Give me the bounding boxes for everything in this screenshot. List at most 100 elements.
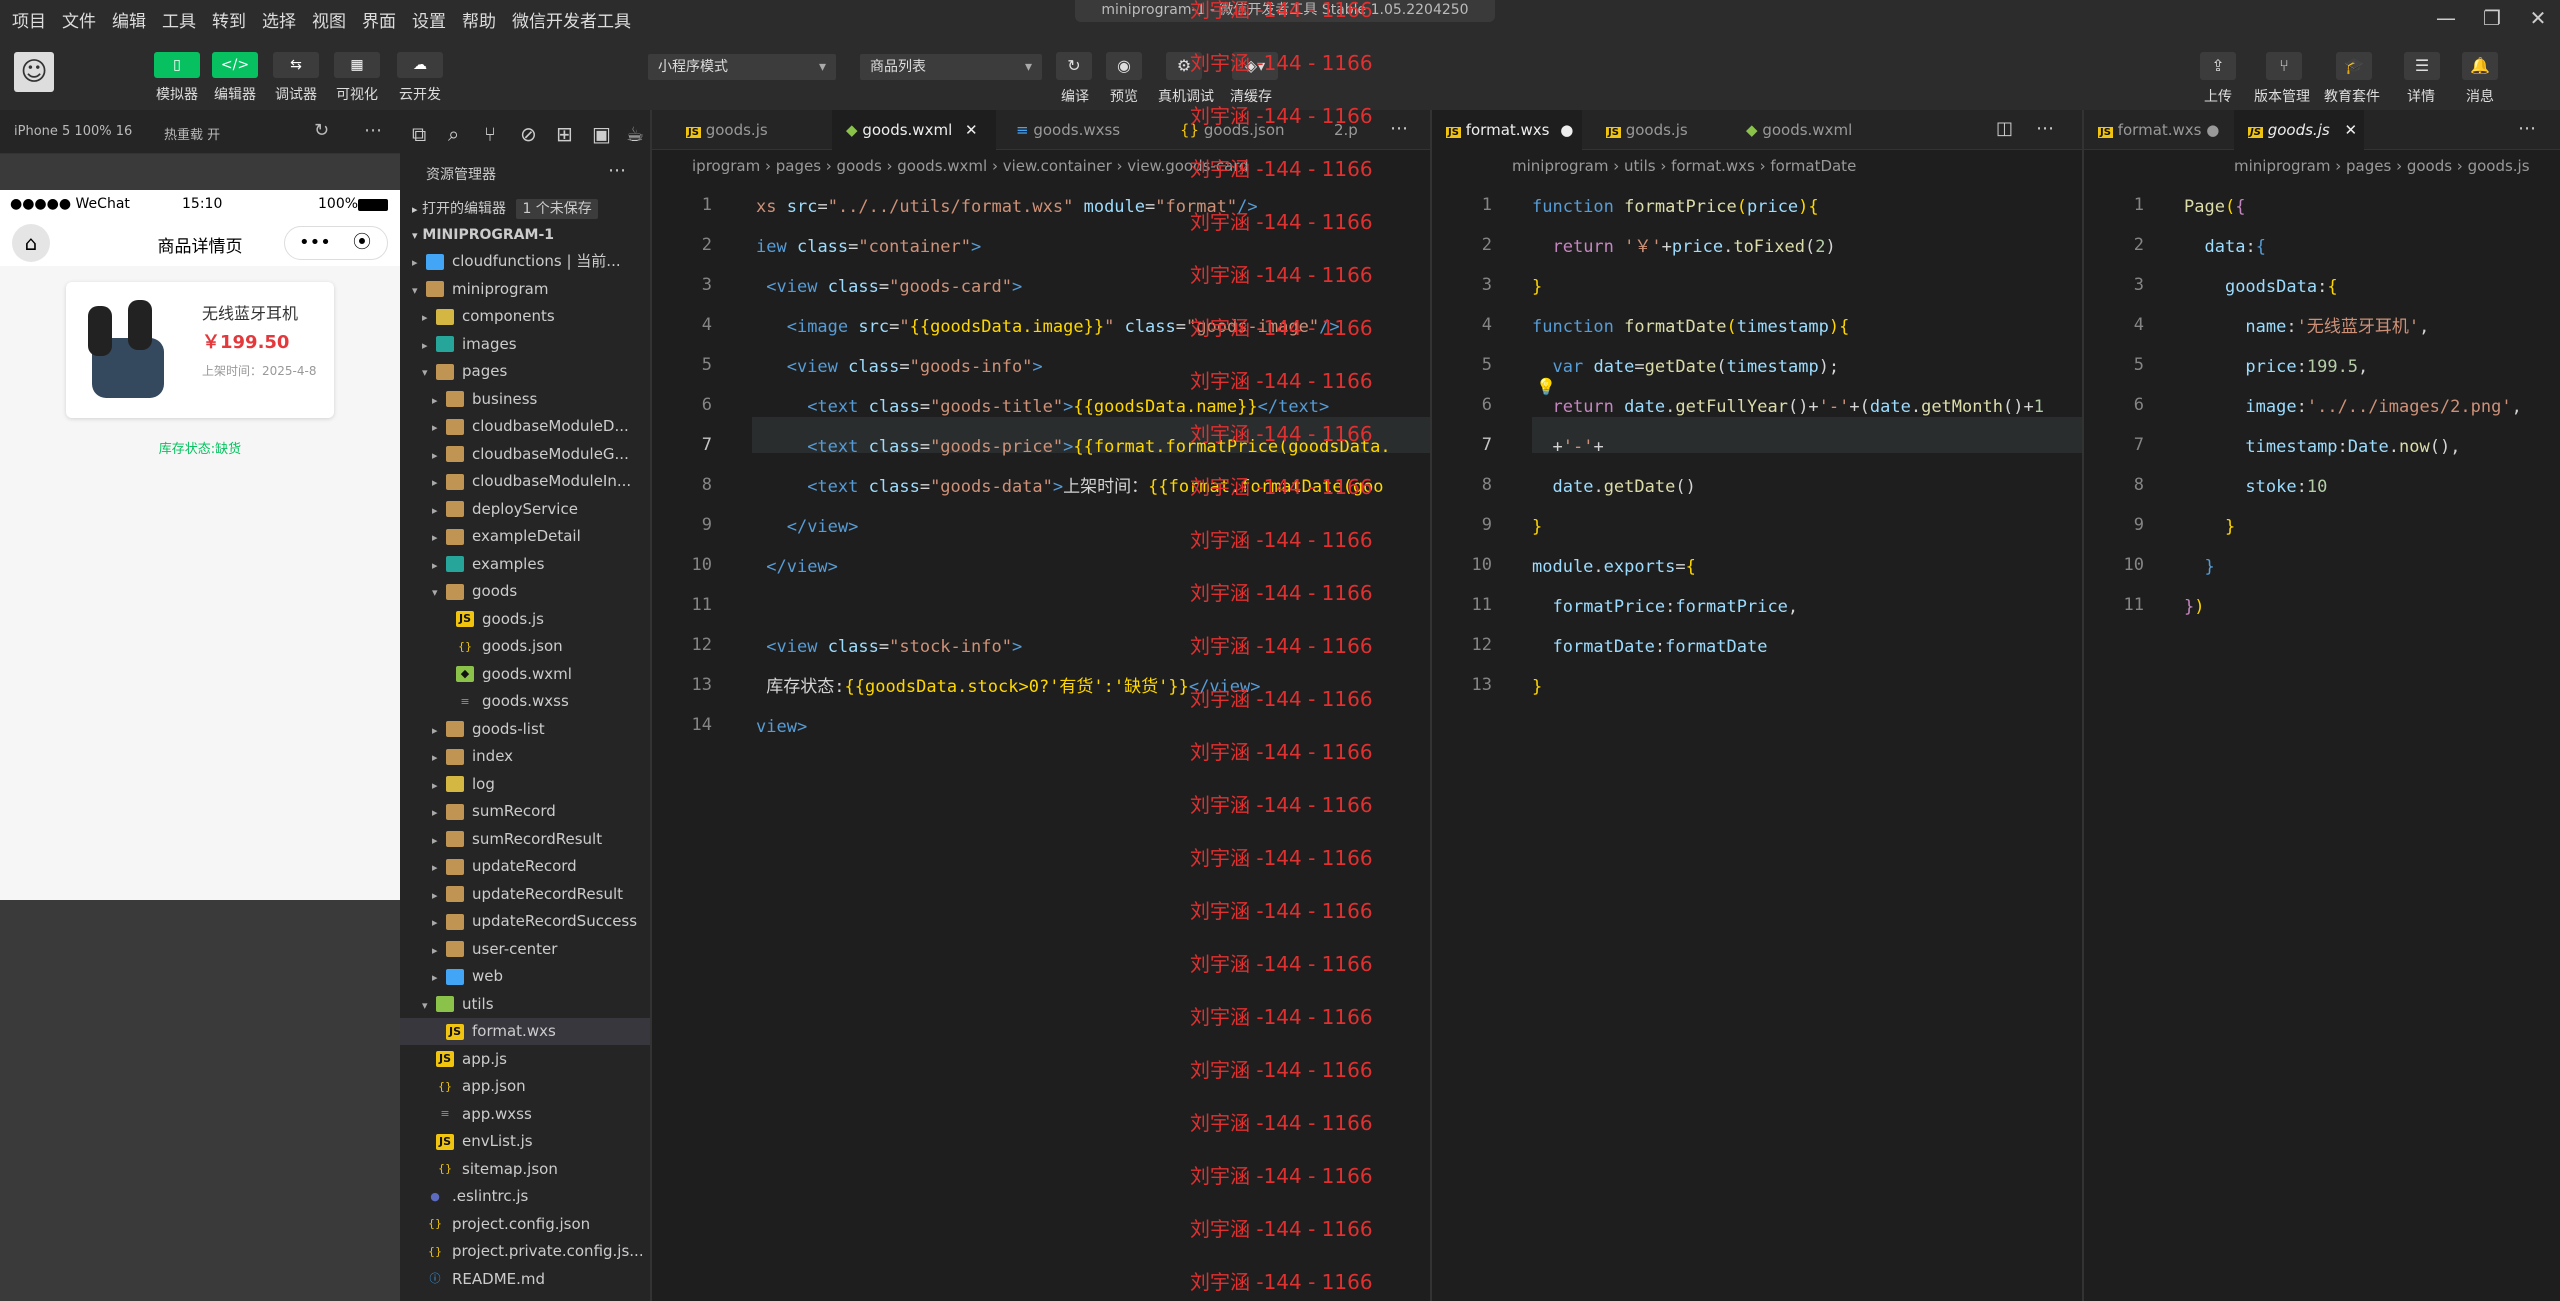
simulator-button[interactable]: ▯ 模拟器 (154, 52, 200, 104)
tree-item[interactable]: ▸ updateRecordSuccess (400, 908, 650, 935)
cloud-button[interactable]: ☁ 云开发 (397, 52, 443, 104)
tab-format-wxs[interactable]: JS format.wxs ● (2084, 110, 2219, 150)
tree-item[interactable]: JS app.js (400, 1046, 650, 1073)
editor-button[interactable]: </> 编辑器 (212, 52, 258, 104)
open-editors-section[interactable]: ▸ 打开的编辑器 1 个未保存 (400, 196, 650, 222)
edu-icon[interactable]: 🎓 (2336, 52, 2372, 80)
tree-item[interactable]: JS format.wxs (400, 1018, 650, 1045)
menu-item-help[interactable]: 帮助 (462, 7, 496, 32)
menu-item-select[interactable]: 选择 (262, 7, 296, 32)
tab-format-wxs[interactable]: JS format.wxs ● (1432, 110, 1582, 150)
tree-item[interactable]: ▸ cloudbaseModuleIn... (400, 468, 650, 495)
tree-item[interactable]: ▸ deployService (400, 496, 650, 523)
tree-item[interactable]: {} sitemap.json (400, 1156, 650, 1183)
more-icon[interactable]: ⋯ (1390, 118, 1408, 139)
tree-item[interactable]: ▾ goods (400, 578, 650, 605)
tree-item[interactable]: ▸ updateRecordResult (400, 881, 650, 908)
tree-item[interactable]: ▸ log (400, 771, 650, 798)
editor2-code[interactable]: 1 2 3 4 5 6 7 8 9 10 11 12 13 function formatPrice(p… (1432, 181, 2082, 1301)
exit-icon[interactable]: ⦿ (353, 227, 371, 259)
menu-item-file[interactable]: 文件 (62, 7, 96, 32)
files-icon[interactable]: ⧉ (412, 122, 426, 146)
tree-item[interactable]: JS envList.js (400, 1128, 650, 1155)
tree-item[interactable]: ● .eslintrc.js (400, 1183, 650, 1210)
tab-goods-js[interactable]: JS goods.js (1592, 110, 1722, 150)
menu-item-interface[interactable]: 界面 (362, 7, 396, 32)
coffee-icon[interactable]: ☕ (626, 122, 644, 146)
git-icon[interactable]: ⑂ (484, 122, 496, 146)
tree-item[interactable]: ≡ app.wxss (400, 1101, 650, 1128)
tree-item[interactable]: ⓘ README.md (400, 1266, 650, 1293)
close-icon[interactable]: ✕ (2524, 4, 2552, 32)
tree-item[interactable]: {} project.private.config.js... (400, 1238, 650, 1265)
tree-item[interactable]: ▸ user-center (400, 936, 650, 963)
editor3-source[interactable]: Page({ data:{ goodsData:{ name:'无线蓝牙耳机',… (2184, 187, 2522, 627)
tree-item[interactable]: ▸ images (400, 331, 650, 358)
tree-item[interactable]: JS goods.js (400, 606, 650, 633)
menu-item-view[interactable]: 视图 (312, 7, 346, 32)
editor3-breadcrumb[interactable]: miniprogram › pages › goods › goods.js (2084, 151, 2560, 181)
refresh-icon[interactable]: ↻ (314, 120, 329, 141)
menu-item-project[interactable]: 项目 (12, 7, 46, 32)
more-icon[interactable]: ⋯ (608, 160, 626, 181)
editor3-code[interactable]: 1 2 3 4 5 6 7 8 9 10 11 Page({ data:{ goodsData:{ … (2084, 181, 2560, 1301)
tab-goods-wxml[interactable]: ◆ goods.wxml ✕ (832, 110, 996, 150)
close-icon[interactable]: ✕ (2344, 121, 2357, 139)
tree-item[interactable]: {} app.json (400, 1073, 650, 1100)
menu-item-wechat-devtools[interactable]: 微信开发者工具 (512, 7, 631, 32)
split-editor-icon[interactable]: ◫ (1996, 118, 2013, 139)
tree-item[interactable]: ▾ pages (400, 358, 650, 385)
more-icon[interactable]: ⋯ (364, 120, 382, 141)
upload-icon[interactable]: ⇪ (2200, 52, 2236, 80)
extensions-icon[interactable]: ⊞ (556, 122, 573, 146)
tree-item[interactable]: ▾ utils (400, 991, 650, 1018)
tab-goods-js[interactable]: JS goods.js (672, 110, 802, 150)
tree-item[interactable]: ▸ updateRecord (400, 853, 650, 880)
debug-panel-icon[interactable]: ⊘ (520, 122, 537, 146)
page-select[interactable]: 商品列表 (860, 54, 1042, 80)
more-icon[interactable]: ⋯ (2036, 118, 2054, 139)
tree-item[interactable]: ▸ examples (400, 551, 650, 578)
tree-item[interactable]: {} project.config.json (400, 1211, 650, 1238)
capsule-menu[interactable]: ••• ⦿ (284, 226, 388, 260)
compile-icon[interactable]: ↻ (1056, 52, 1092, 80)
menu-item-tools[interactable]: 工具 (162, 7, 196, 32)
tree-item[interactable]: ▸ goods-list (400, 716, 650, 743)
unsaved-dot-icon[interactable]: ● (1560, 121, 1573, 139)
minimize-icon[interactable]: — (2432, 4, 2460, 32)
version-icon[interactable]: ⑂ (2266, 52, 2302, 80)
device-select[interactable]: iPhone 5 100% 16 (14, 124, 132, 139)
project-section[interactable]: ▾ MINIPROGRAM-1 (400, 222, 650, 248)
tree-item[interactable]: ▸ cloudbaseModuleD... (400, 413, 650, 440)
tree-item[interactable]: ▸ web (400, 963, 650, 990)
avatar[interactable]: ☺ (14, 52, 54, 92)
details-icon[interactable]: ☰ (2404, 52, 2440, 80)
tree-item[interactable]: ▸ components (400, 303, 650, 330)
preview-icon[interactable]: ◉ (1106, 52, 1142, 80)
dots-icon[interactable]: ••• (299, 227, 331, 259)
tree-item[interactable]: ▸ cloudbaseModuleG... (400, 441, 650, 468)
more-icon[interactable]: ⋯ (2518, 118, 2536, 139)
tree-item[interactable]: ◆ goods.wxml (400, 661, 650, 688)
tree-item[interactable]: ▸ business (400, 386, 650, 413)
menu-item-goto[interactable]: 转到 (212, 7, 246, 32)
tab-goods-wxss[interactable]: ≡ goods.wxss (1002, 110, 1152, 150)
mode-select[interactable]: 小程序模式 (648, 54, 836, 80)
api-icon[interactable]: ▣ (592, 122, 611, 146)
tree-item[interactable]: ▸ sumRecordResult (400, 826, 650, 853)
lightbulb-icon[interactable]: 💡 (1536, 377, 1556, 396)
menu-item-edit[interactable]: 编辑 (112, 7, 146, 32)
search-icon[interactable]: ⌕ (448, 122, 459, 146)
visual-button[interactable]: ▦ 可视化 (334, 52, 380, 104)
editor2-source[interactable]: function formatPrice(price){ return '￥'+… (1532, 187, 2044, 707)
close-icon[interactable]: ✕ (965, 121, 978, 139)
tree-item[interactable]: ▸ index (400, 743, 650, 770)
goods-card[interactable]: 无线蓝牙耳机 ￥199.50 上架时间：2025-4-8 (66, 282, 334, 418)
tree-item[interactable]: ≡ goods.wxss (400, 688, 650, 715)
tree-item[interactable]: ▸ exampleDetail (400, 523, 650, 550)
editor2-breadcrumb[interactable]: miniprogram › utils › format.wxs › forma… (1432, 151, 2082, 181)
hot-reload-toggle[interactable]: 热重载 开 (164, 124, 220, 143)
tree-item[interactable]: ▾ miniprogram (400, 276, 650, 303)
tree-item[interactable]: ▸ cloudfunctions | 当前... (400, 248, 650, 275)
tab-goods-wxml[interactable]: ◆ goods.wxml (1732, 110, 1882, 150)
